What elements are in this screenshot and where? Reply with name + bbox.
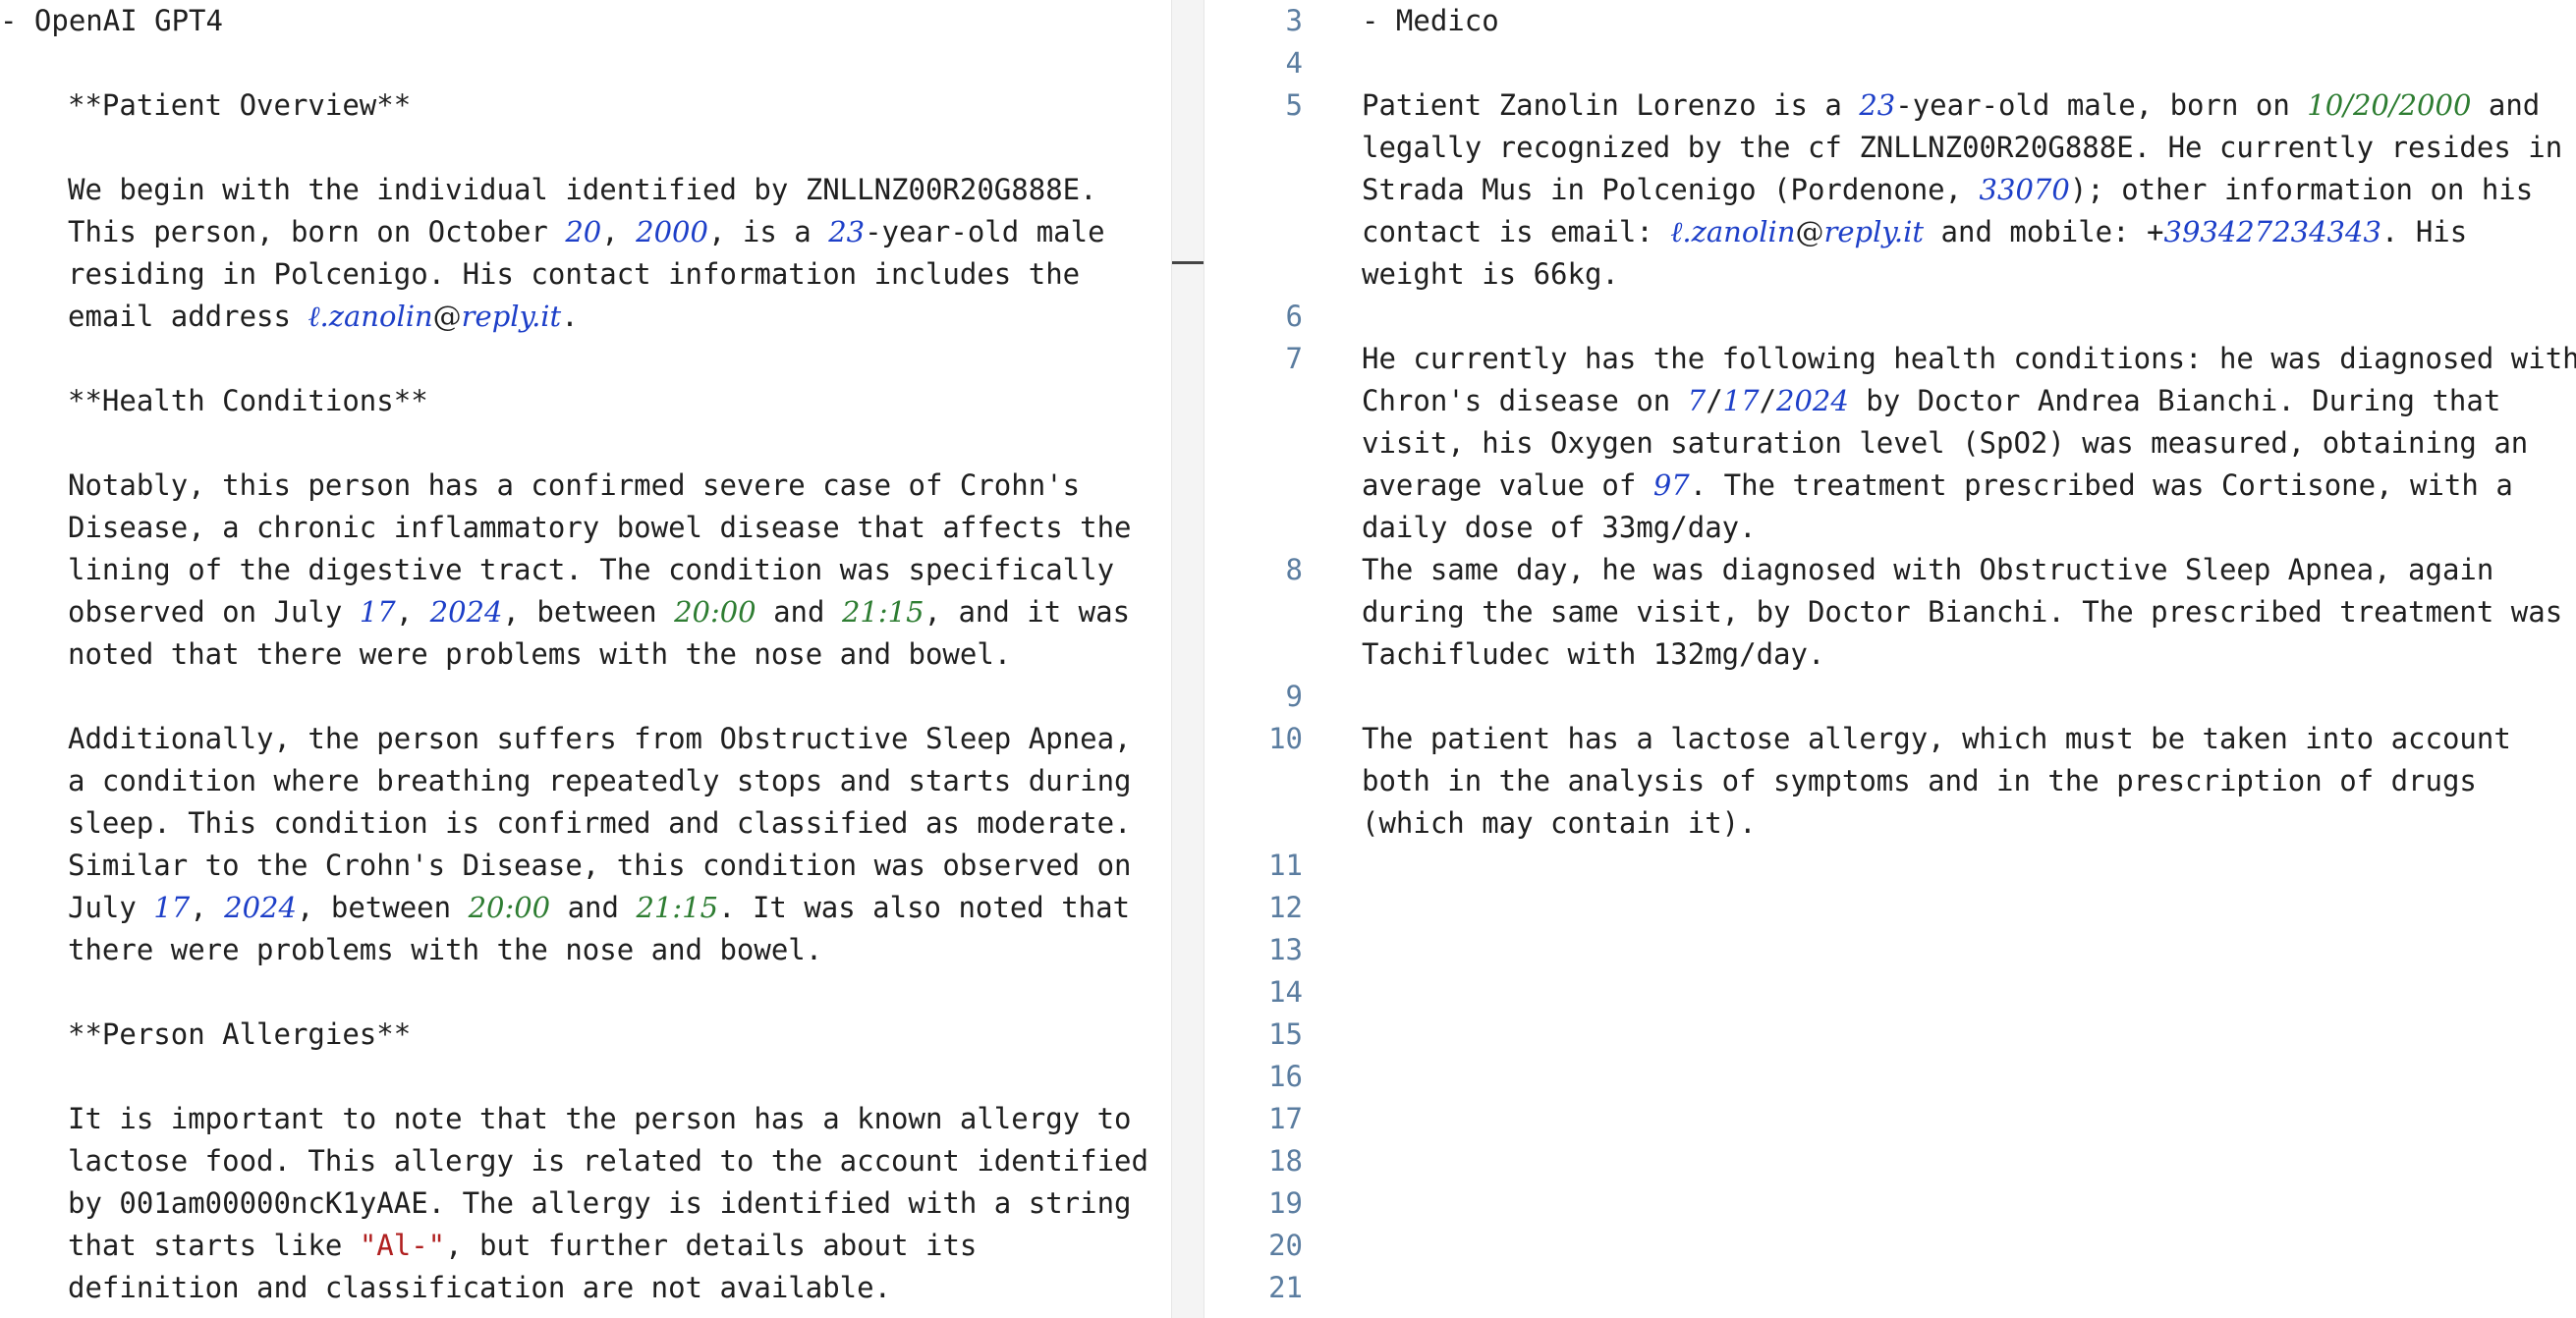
text-line: both in the analysis of symptoms and in … (1362, 764, 2477, 797)
text-line: Notably, this person has a confirmed sev… (68, 468, 1081, 502)
section-title-overview: **Patient Overview** (68, 88, 412, 122)
line-number: 15 (1268, 1017, 1303, 1051)
line-number: 8 (1285, 553, 1303, 586)
text-line: email address ℓ.zanolin@reply.it. (68, 300, 579, 333)
line-number: 3 (1285, 4, 1303, 37)
text-line: July 17, 2024, between 20:00 and 21:15. … (68, 891, 1131, 924)
document-heading: - OpenAI GPT4 (0, 4, 223, 37)
text-line: Similar to the Crohn's Disease, this con… (68, 849, 1132, 882)
text-line: contact is email: ℓ.zanolin@reply.it and… (1362, 215, 2468, 248)
email-link[interactable]: ℓ.zanolin@reply.it (308, 300, 561, 333)
line-number: 17 (1268, 1102, 1303, 1135)
text-line: that starts like "Al-", but further deta… (68, 1229, 978, 1262)
line-number: 19 (1268, 1186, 1303, 1220)
text-line: sleep. This condition is confirmed and c… (68, 806, 1132, 840)
text-line: Patient Zanolin Lorenzo is a 23-year-old… (1362, 88, 2541, 122)
line-number: 10 (1268, 722, 1303, 755)
text-line: The same day, he was diagnosed with Obst… (1362, 553, 2494, 586)
text-line: by 001am00000ncK1yAAE. The allergy is id… (68, 1186, 1132, 1220)
text-line: Additionally, the person suffers from Ob… (68, 722, 1132, 755)
text-line: legally recognized by the cf ZNLLNZ00R20… (1362, 131, 2563, 164)
text-line: This person, born on October 20, 2000, i… (68, 215, 1105, 248)
text-line: Chron's disease on 7/17/2024 by Doctor A… (1362, 384, 2501, 417)
text-line: daily dose of 33mg/day. (1362, 511, 1757, 544)
section-title-allergies: **Person Allergies** (68, 1017, 412, 1051)
line-number: 21 (1268, 1271, 1303, 1304)
text-line: Tachifludec with 132mg/day. (1362, 637, 1825, 671)
text-line: there were problems with the nose and bo… (68, 933, 823, 966)
section-title-health: **Health Conditions** (68, 384, 428, 417)
pane-splitter[interactable] (1171, 0, 1204, 1318)
text-line: lactose food. This allergy is related to… (68, 1144, 1148, 1178)
line-number: 7 (1285, 342, 1303, 375)
text-line: during the same visit, by Doctor Bianchi… (1362, 595, 2563, 629)
line-number: 16 (1268, 1060, 1303, 1093)
line-number: 5 (1285, 88, 1303, 122)
text-line: observed on July 17, 2024, between 20:00… (68, 595, 1131, 629)
text-line: average value of 97. The treatment presc… (1362, 468, 2513, 502)
text-line: definition and classification are not av… (68, 1271, 892, 1304)
text-line: He currently has the following health co… (1362, 342, 2576, 375)
text-line: The patient has a lactose allergy, which… (1362, 722, 2511, 755)
splitter-grip[interactable] (1172, 261, 1204, 264)
text-line: a condition where breathing repeatedly s… (68, 764, 1132, 797)
text-line: lining of the digestive tract. The condi… (68, 553, 1115, 586)
document-heading: - Medico (1362, 4, 1499, 37)
left-editor-pane[interactable]: - OpenAI GPT4 **Patient Overview** We be… (0, 0, 1172, 1318)
line-number: 9 (1285, 680, 1303, 713)
line-number: 11 (1268, 849, 1303, 882)
line-number: 14 (1268, 975, 1303, 1009)
text-line: We begin with the individual identified … (68, 173, 1097, 206)
line-number: 13 (1268, 933, 1303, 966)
text-line: noted that there were problems with the … (68, 637, 1012, 671)
text-line: It is important to note that the person … (68, 1102, 1132, 1135)
text-line: residing in Polcenigo. His contact infor… (68, 257, 1081, 291)
text-line: weight is 66kg. (1362, 257, 1619, 291)
line-number: 18 (1268, 1144, 1303, 1178)
right-editor-pane[interactable]: 3 4 5 6 7 8 9 10 11 12 13 14 15 16 17 18… (1204, 0, 2576, 1318)
text-line: Disease, a chronic inflammatory bowel di… (68, 511, 1132, 544)
line-number: 20 (1268, 1229, 1303, 1262)
email-link[interactable]: ℓ.zanolin@reply.it (1670, 215, 1924, 248)
text-line: Strada Mus in Polcenigo (Pordenone, 3307… (1362, 173, 2534, 206)
text-line: (which may contain it). (1362, 806, 1757, 840)
line-number: 12 (1268, 891, 1303, 924)
text-line: visit, his Oxygen saturation level (SpO2… (1362, 426, 2529, 460)
line-number: 6 (1285, 300, 1303, 333)
line-number: 4 (1285, 46, 1303, 80)
